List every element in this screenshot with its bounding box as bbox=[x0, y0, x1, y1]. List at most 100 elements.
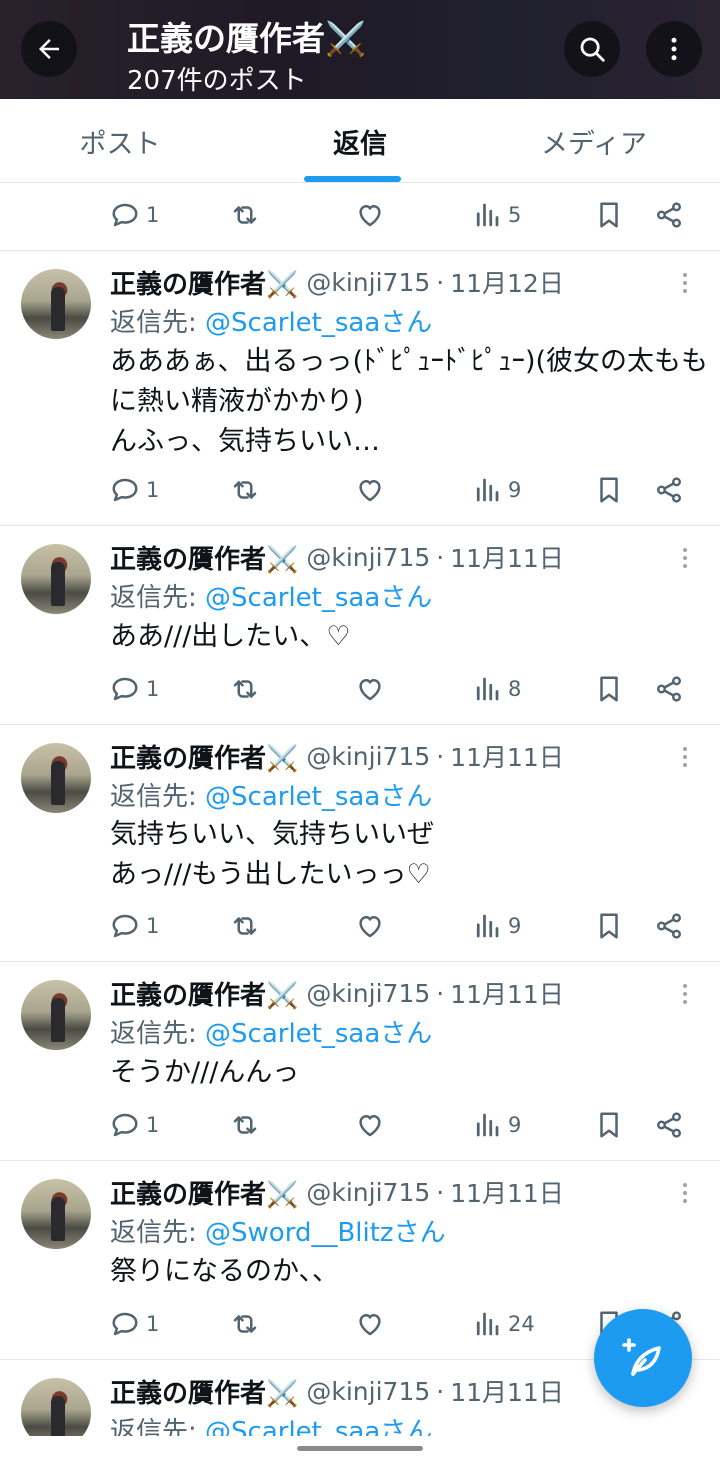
home-indicator[interactable] bbox=[297, 1446, 423, 1451]
tweet-date[interactable]: 11月11日 bbox=[450, 738, 564, 774]
author-name[interactable]: 正義の贋作者⚔️ bbox=[110, 264, 298, 301]
tweet-text-line: そうか///んんっ bbox=[110, 1057, 300, 1088]
share-icon bbox=[657, 477, 681, 503]
reply-button[interactable]: 1 bbox=[110, 1304, 159, 1344]
heart-icon bbox=[359, 480, 381, 502]
views-button[interactable]: 9 bbox=[472, 1105, 521, 1145]
tweet-date[interactable]: 11月11日 bbox=[450, 975, 564, 1011]
avatar[interactable] bbox=[21, 1378, 91, 1436]
tweet-more-button[interactable] bbox=[676, 540, 694, 576]
avatar[interactable] bbox=[21, 544, 91, 614]
share-icon bbox=[657, 676, 681, 702]
share-button[interactable] bbox=[654, 906, 684, 946]
author-handle[interactable]: @kinji715 bbox=[306, 979, 430, 1008]
reply-button[interactable]: 1 bbox=[110, 669, 159, 709]
tab-replies[interactable]: 返信 bbox=[240, 99, 480, 183]
reply-to: 返信先: @Sword__Blitzさん bbox=[110, 1212, 446, 1249]
retweet-button[interactable] bbox=[230, 1304, 260, 1344]
tweet-date[interactable]: 11月12日 bbox=[450, 264, 564, 300]
retweet-button[interactable] bbox=[230, 669, 260, 709]
tab-media[interactable]: メディア bbox=[474, 99, 714, 183]
bookmark-button[interactable] bbox=[594, 470, 624, 510]
tweet-text-line: 気持ちいい、気持ちいいぜ bbox=[110, 819, 434, 850]
tweet-date[interactable]: 11月11日 bbox=[450, 539, 564, 575]
reply-to-mention[interactable]: @Sword__Blitzさん bbox=[205, 1218, 446, 1248]
reply-to-mention[interactable]: @Scarlet_saaさん bbox=[205, 308, 432, 338]
tweet-more-button[interactable] bbox=[676, 265, 694, 301]
tweet-actions: 1 9 bbox=[0, 906, 720, 946]
author-handle[interactable]: @kinji715 bbox=[306, 543, 430, 572]
views-button[interactable]: 8 bbox=[472, 669, 521, 709]
tweet-more-button[interactable] bbox=[676, 976, 694, 1012]
views-button[interactable]: 24 bbox=[472, 1304, 535, 1344]
author-handle[interactable]: @kinji715 bbox=[306, 742, 430, 771]
bookmark-button[interactable] bbox=[594, 669, 624, 709]
search-button[interactable] bbox=[564, 21, 620, 77]
tweet-date[interactable]: 11月11日 bbox=[450, 1174, 564, 1210]
retweet-button[interactable] bbox=[230, 470, 260, 510]
tweet-more-button[interactable] bbox=[676, 739, 694, 775]
tweet-actions: 1 8 bbox=[0, 669, 720, 709]
tweet-date[interactable]: 11月11日 bbox=[450, 1373, 564, 1409]
profile-name: 正義の贋作者⚔️ bbox=[127, 19, 367, 58]
share-button[interactable] bbox=[654, 1105, 684, 1145]
avatar[interactable] bbox=[21, 269, 91, 339]
retweet-button[interactable] bbox=[230, 906, 260, 946]
author-handle[interactable]: @kinji715 bbox=[306, 1178, 430, 1207]
avatar[interactable] bbox=[21, 1179, 91, 1249]
reply-to-mention[interactable]: @Scarlet_saaさん bbox=[205, 782, 432, 812]
reply-button[interactable]: 1 bbox=[110, 195, 159, 235]
view-count: 5 bbox=[508, 203, 522, 227]
share-button[interactable] bbox=[654, 195, 684, 235]
reply-count: 1 bbox=[146, 914, 160, 938]
more-button[interactable] bbox=[646, 21, 702, 77]
views-button[interactable]: 9 bbox=[472, 906, 521, 946]
share-button[interactable] bbox=[654, 669, 684, 709]
reply-icon bbox=[112, 478, 138, 502]
bookmark-icon bbox=[600, 1112, 618, 1138]
bookmark-button[interactable] bbox=[594, 906, 624, 946]
author-name[interactable]: 正義の贋作者⚔️ bbox=[110, 1373, 298, 1410]
retweet-icon bbox=[233, 481, 257, 499]
author-name[interactable]: 正義の贋作者⚔️ bbox=[110, 738, 298, 775]
retweet-button[interactable] bbox=[230, 1105, 260, 1145]
like-button[interactable] bbox=[355, 195, 385, 235]
views-icon bbox=[476, 203, 499, 227]
author-name[interactable]: 正義の贋作者⚔️ bbox=[110, 539, 298, 576]
like-button[interactable] bbox=[355, 1105, 385, 1145]
heart-icon bbox=[359, 205, 381, 227]
tab-posts[interactable]: ポスト bbox=[0, 99, 240, 183]
tweet-more-button[interactable] bbox=[676, 1175, 694, 1211]
like-button[interactable] bbox=[355, 470, 385, 510]
views-icon bbox=[476, 478, 499, 502]
reply-to-mention[interactable]: @Scarlet_saaさん bbox=[205, 1019, 432, 1049]
views-button[interactable]: 9 bbox=[472, 470, 521, 510]
avatar[interactable] bbox=[21, 743, 91, 813]
bookmark-icon bbox=[600, 676, 618, 702]
reply-to-mention[interactable]: @Scarlet_saaさん bbox=[205, 583, 432, 613]
share-button[interactable] bbox=[654, 470, 684, 510]
reply-button[interactable]: 1 bbox=[110, 906, 159, 946]
author-name[interactable]: 正義の贋作者⚔️ bbox=[110, 1174, 298, 1211]
author-handle[interactable]: @kinji715 bbox=[306, 1377, 430, 1406]
reply-to-prefix: 返信先: bbox=[110, 1417, 206, 1436]
bookmark-button[interactable] bbox=[594, 195, 624, 235]
reply-button[interactable]: 1 bbox=[110, 1105, 159, 1145]
reply-to-prefix: 返信先: bbox=[110, 308, 206, 338]
tweet-text: 祭りになるのか、、 bbox=[110, 1252, 710, 1292]
like-button[interactable] bbox=[355, 1304, 385, 1344]
retweet-button[interactable] bbox=[230, 195, 260, 235]
reply-to-mention[interactable]: @Scarlet_saaさん bbox=[205, 1417, 432, 1436]
author-name[interactable]: 正義の贋作者⚔️ bbox=[110, 975, 298, 1012]
views-button[interactable]: 5 bbox=[472, 195, 521, 235]
reply-button[interactable]: 1 bbox=[110, 470, 159, 510]
back-button[interactable] bbox=[21, 21, 77, 77]
retweet-icon bbox=[233, 917, 257, 935]
compose-button[interactable] bbox=[594, 1309, 692, 1407]
tweet-actions: 1 5 bbox=[0, 195, 720, 235]
bookmark-button[interactable] bbox=[594, 1105, 624, 1145]
avatar[interactable] bbox=[21, 980, 91, 1050]
like-button[interactable] bbox=[355, 906, 385, 946]
author-handle[interactable]: @kinji715 bbox=[306, 268, 430, 297]
like-button[interactable] bbox=[355, 669, 385, 709]
